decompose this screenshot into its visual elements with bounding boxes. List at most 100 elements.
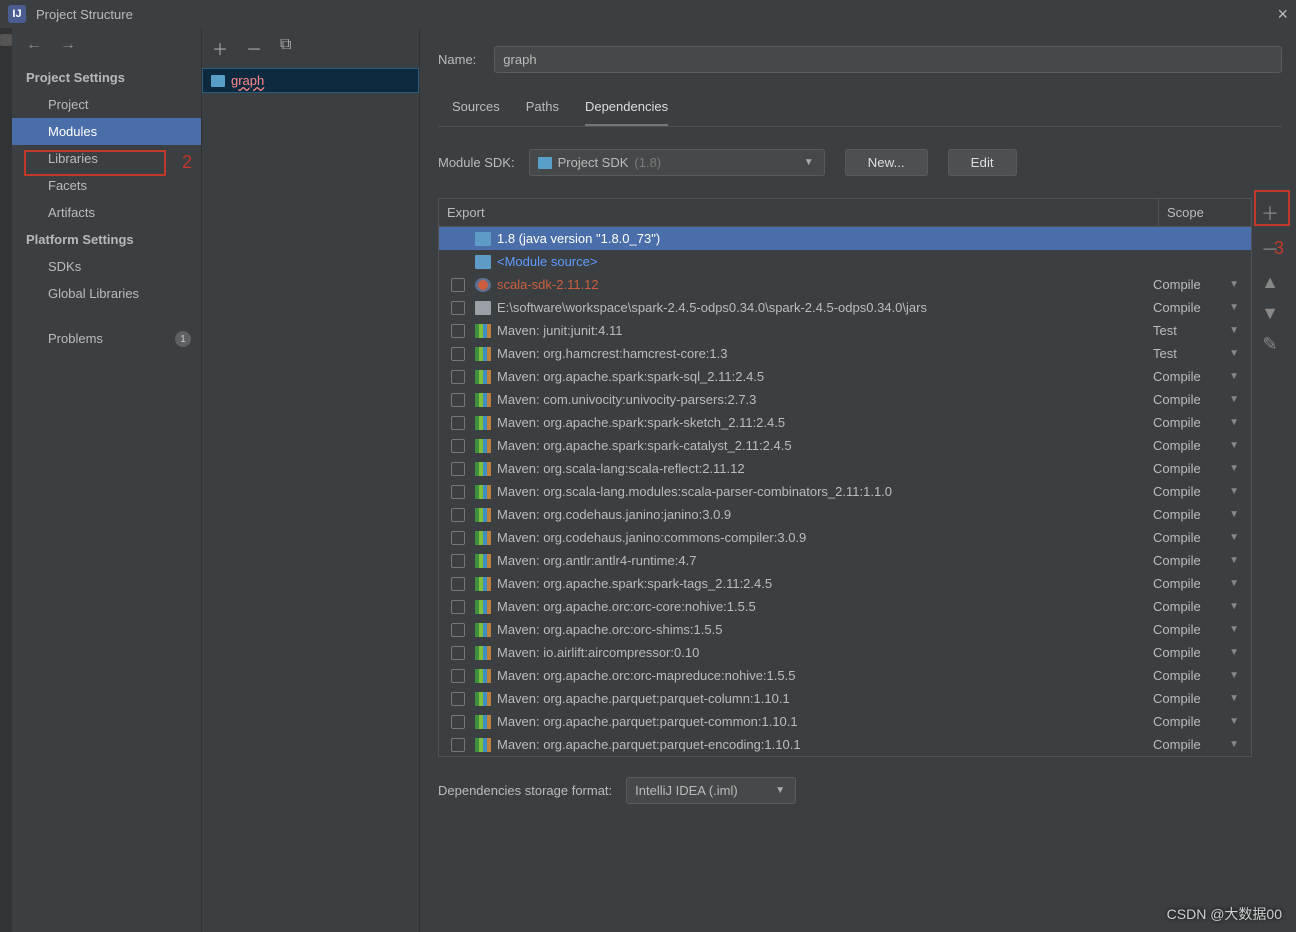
dep-row[interactable]: Maven: org.codehaus.janino:commons-compi… bbox=[439, 526, 1251, 549]
export-checkbox[interactable] bbox=[451, 600, 465, 614]
scope-select[interactable]: Compile▼ bbox=[1153, 507, 1245, 522]
dep-row[interactable]: Maven: org.apache.parquet:parquet-common… bbox=[439, 710, 1251, 733]
export-checkbox[interactable] bbox=[451, 324, 465, 338]
export-checkbox[interactable] bbox=[451, 738, 465, 752]
dep-row[interactable]: Maven: org.codehaus.janino:janino:3.0.9C… bbox=[439, 503, 1251, 526]
scope-select[interactable]: Compile▼ bbox=[1153, 530, 1245, 545]
export-checkbox[interactable] bbox=[451, 692, 465, 706]
dep-row[interactable]: Maven: org.apache.orc:orc-mapreduce:nohi… bbox=[439, 664, 1251, 687]
export-checkbox[interactable] bbox=[451, 531, 465, 545]
export-checkbox[interactable] bbox=[451, 577, 465, 591]
move-down-icon[interactable]: ▼ bbox=[1258, 303, 1282, 324]
export-checkbox[interactable] bbox=[451, 370, 465, 384]
remove-module-icon[interactable]: － bbox=[246, 36, 262, 60]
scope-select[interactable]: Compile▼ bbox=[1153, 369, 1245, 384]
scope-select[interactable]: Compile▼ bbox=[1153, 461, 1245, 476]
export-checkbox[interactable] bbox=[451, 278, 465, 292]
export-checkbox[interactable] bbox=[451, 715, 465, 729]
export-checkbox[interactable] bbox=[451, 439, 465, 453]
copy-module-icon[interactable]: ⧉ bbox=[280, 36, 291, 60]
dep-name: Maven: org.codehaus.janino:janino:3.0.9 bbox=[497, 507, 1153, 522]
tool-strip-item[interactable] bbox=[0, 34, 12, 46]
export-checkbox[interactable] bbox=[451, 347, 465, 361]
tab-paths[interactable]: Paths bbox=[526, 93, 559, 126]
storage-format-select[interactable]: IntelliJ IDEA (.iml) ▼ bbox=[626, 777, 796, 804]
export-checkbox[interactable] bbox=[451, 554, 465, 568]
sidebar-item-facets[interactable]: Facets bbox=[12, 172, 201, 199]
export-checkbox[interactable] bbox=[451, 393, 465, 407]
scope-select[interactable]: Compile▼ bbox=[1153, 438, 1245, 453]
scope-select[interactable]: Compile▼ bbox=[1153, 668, 1245, 683]
dep-row[interactable]: Maven: org.apache.spark:spark-catalyst_2… bbox=[439, 434, 1251, 457]
scope-select[interactable]: Compile▼ bbox=[1153, 392, 1245, 407]
dep-name: Maven: org.scala-lang:scala-reflect:2.11… bbox=[497, 461, 1153, 476]
left-tool-strip bbox=[0, 28, 12, 932]
bars-icon bbox=[475, 600, 491, 614]
export-checkbox[interactable] bbox=[451, 669, 465, 683]
sidebar-item-libraries[interactable]: Libraries bbox=[12, 145, 201, 172]
export-checkbox[interactable] bbox=[451, 416, 465, 430]
dep-row[interactable]: Maven: org.apache.parquet:parquet-column… bbox=[439, 687, 1251, 710]
module-name-input[interactable] bbox=[494, 46, 1282, 73]
scope-select[interactable]: Compile▼ bbox=[1153, 737, 1245, 752]
scope-select[interactable]: Compile▼ bbox=[1153, 599, 1245, 614]
scope-select[interactable]: Test▼ bbox=[1153, 323, 1245, 338]
scope-select[interactable]: Compile▼ bbox=[1153, 415, 1245, 430]
dep-row[interactable]: Maven: org.apache.spark:spark-sql_2.11:2… bbox=[439, 365, 1251, 388]
scope-select[interactable]: Compile▼ bbox=[1153, 300, 1245, 315]
dep-row[interactable]: scala-sdk-2.11.12Compile▼ bbox=[439, 273, 1251, 296]
move-up-icon[interactable]: ▲ bbox=[1258, 272, 1282, 293]
scope-select[interactable]: Compile▼ bbox=[1153, 484, 1245, 499]
module-item-label: graph bbox=[231, 73, 264, 88]
export-checkbox[interactable] bbox=[451, 623, 465, 637]
bars-icon bbox=[475, 508, 491, 522]
scope-select[interactable]: Compile▼ bbox=[1153, 277, 1245, 292]
forward-icon[interactable]: → bbox=[60, 36, 76, 54]
scope-select[interactable]: Compile▼ bbox=[1153, 553, 1245, 568]
dep-row[interactable]: Maven: org.apache.parquet:parquet-encodi… bbox=[439, 733, 1251, 756]
export-checkbox[interactable] bbox=[451, 508, 465, 522]
bars-icon bbox=[475, 669, 491, 683]
scope-select[interactable]: Compile▼ bbox=[1153, 714, 1245, 729]
module-sdk-select[interactable]: Project SDK (1.8) ▼ bbox=[529, 149, 825, 176]
scope-select[interactable]: Compile▼ bbox=[1153, 691, 1245, 706]
back-icon[interactable]: ← bbox=[26, 36, 42, 54]
scope-select[interactable]: Test▼ bbox=[1153, 346, 1245, 361]
dep-row[interactable]: Maven: junit:junit:4.11Test▼ bbox=[439, 319, 1251, 342]
export-checkbox[interactable] bbox=[451, 462, 465, 476]
export-checkbox[interactable] bbox=[451, 485, 465, 499]
dep-row[interactable]: <Module source> bbox=[439, 250, 1251, 273]
tab-sources[interactable]: Sources bbox=[452, 93, 500, 126]
export-checkbox[interactable] bbox=[451, 646, 465, 660]
dep-row[interactable]: 1.8 (java version "1.8.0_73") bbox=[439, 227, 1251, 250]
dep-row[interactable]: Maven: org.scala-lang:scala-reflect:2.11… bbox=[439, 457, 1251, 480]
sdk-edit-button[interactable]: Edit bbox=[948, 149, 1017, 176]
module-item-graph[interactable]: graph bbox=[202, 68, 419, 93]
sidebar-item-global-libraries[interactable]: Global Libraries bbox=[12, 280, 201, 307]
sidebar-item-modules[interactable]: Modules bbox=[12, 118, 201, 145]
close-icon[interactable]: × bbox=[1277, 4, 1288, 25]
add-module-icon[interactable]: ＋ bbox=[212, 36, 228, 60]
scope-select[interactable]: Compile▼ bbox=[1153, 576, 1245, 591]
scope-select[interactable]: Compile▼ bbox=[1153, 645, 1245, 660]
dep-row[interactable]: Maven: org.antlr:antlr4-runtime:4.7Compi… bbox=[439, 549, 1251, 572]
dep-row[interactable]: Maven: org.hamcrest:hamcrest-core:1.3Tes… bbox=[439, 342, 1251, 365]
export-checkbox[interactable] bbox=[451, 301, 465, 315]
dep-row[interactable]: Maven: com.univocity:univocity-parsers:2… bbox=[439, 388, 1251, 411]
dep-row[interactable]: E:\software\workspace\spark-2.4.5-odps0.… bbox=[439, 296, 1251, 319]
sidebar-item-sdks[interactable]: SDKs bbox=[12, 253, 201, 280]
sidebar-item-problems[interactable]: Problems 1 bbox=[12, 325, 201, 352]
sdk-new-button[interactable]: New... bbox=[845, 149, 928, 176]
edit-dependency-icon[interactable]: ✎ bbox=[1258, 334, 1282, 355]
dep-row[interactable]: Maven: org.apache.orc:orc-core:nohive:1.… bbox=[439, 595, 1251, 618]
sidebar-item-project[interactable]: Project bbox=[12, 91, 201, 118]
dep-row[interactable]: Maven: org.apache.orc:orc-shims:1.5.5Com… bbox=[439, 618, 1251, 641]
sidebar-item-artifacts[interactable]: Artifacts bbox=[12, 199, 201, 226]
dep-row[interactable]: Maven: org.apache.spark:spark-tags_2.11:… bbox=[439, 572, 1251, 595]
dep-row[interactable]: Maven: io.airlift:aircompressor:0.10Comp… bbox=[439, 641, 1251, 664]
module-sdk-label: Module SDK: bbox=[438, 155, 515, 170]
scope-select[interactable]: Compile▼ bbox=[1153, 622, 1245, 637]
tab-dependencies[interactable]: Dependencies bbox=[585, 93, 668, 126]
dep-row[interactable]: Maven: org.scala-lang.modules:scala-pars… bbox=[439, 480, 1251, 503]
dep-row[interactable]: Maven: org.apache.spark:spark-sketch_2.1… bbox=[439, 411, 1251, 434]
